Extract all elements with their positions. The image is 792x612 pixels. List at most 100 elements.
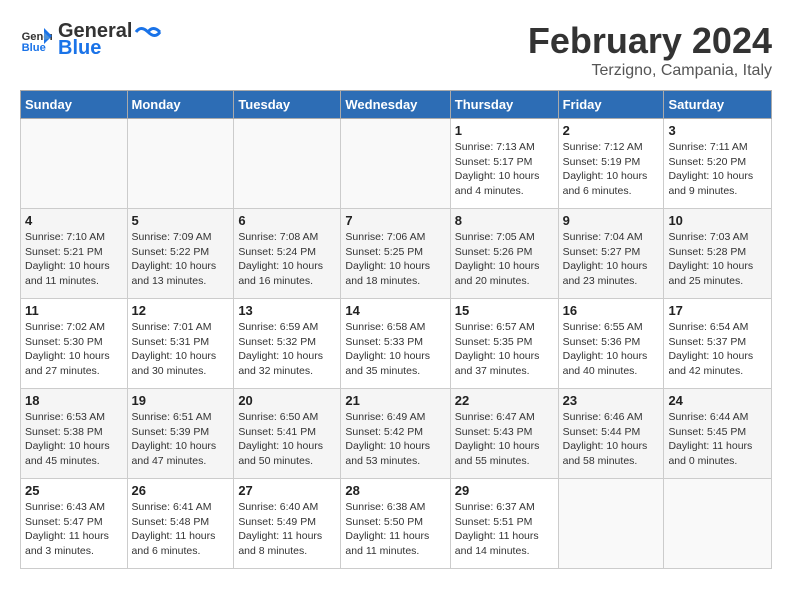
logo-icon: General Blue xyxy=(20,24,52,56)
header-thursday: Thursday xyxy=(450,91,558,119)
day-info: Sunrise: 7:02 AM Sunset: 5:30 PM Dayligh… xyxy=(25,320,123,379)
calendar-header-row: SundayMondayTuesdayWednesdayThursdayFrid… xyxy=(21,91,772,119)
calendar-cell xyxy=(127,119,234,209)
header-wednesday: Wednesday xyxy=(341,91,450,119)
header-saturday: Saturday xyxy=(664,91,772,119)
month-year-title: February 2024 xyxy=(528,20,772,62)
day-number: 5 xyxy=(132,213,230,228)
day-number: 28 xyxy=(345,483,445,498)
week-row-1: 1 Sunrise: 7:13 AM Sunset: 5:17 PM Daylig… xyxy=(21,119,772,209)
day-info: Sunrise: 6:47 AM Sunset: 5:43 PM Dayligh… xyxy=(455,410,554,469)
calendar-cell: 26 Sunrise: 6:41 AM Sunset: 5:48 PM Dayli… xyxy=(127,479,234,569)
calendar-cell: 9Sunrise: 7:04 AM Sunset: 5:27 PM Daylig… xyxy=(558,209,664,299)
calendar-cell: 25 Sunrise: 6:43 AM Sunset: 5:47 PM Dayli… xyxy=(21,479,128,569)
calendar-cell: 6 Sunrise: 7:08 AM Sunset: 5:24 PM Daylig… xyxy=(234,209,341,299)
week-row-2: 4 Sunrise: 7:10 AM Sunset: 5:21 PM Daylig… xyxy=(21,209,772,299)
day-number: 6 xyxy=(238,213,336,228)
day-number: 1 xyxy=(455,123,554,138)
calendar-cell: 23 Sunrise: 6:46 AM Sunset: 5:44 PM Dayli… xyxy=(558,389,664,479)
day-info: Sunrise: 6:43 AM Sunset: 5:47 PM Dayligh… xyxy=(25,500,123,559)
calendar-cell: 21 Sunrise: 6:49 AM Sunset: 5:42 PM Dayli… xyxy=(341,389,450,479)
day-number: 19 xyxy=(132,393,230,408)
day-number: 9 xyxy=(563,213,660,228)
calendar-cell xyxy=(558,479,664,569)
day-number: 8 xyxy=(455,213,554,228)
day-number: 21 xyxy=(345,393,445,408)
calendar-cell: 1 Sunrise: 7:13 AM Sunset: 5:17 PM Daylig… xyxy=(450,119,558,209)
day-number: 15 xyxy=(455,303,554,318)
day-number: 4 xyxy=(25,213,123,228)
header-friday: Friday xyxy=(558,91,664,119)
day-number: 11 xyxy=(25,303,123,318)
day-number: 7 xyxy=(345,213,445,228)
day-info: Sunrise: 6:37 AM Sunset: 5:51 PM Dayligh… xyxy=(455,500,554,559)
day-number: 2 xyxy=(563,123,660,138)
calendar-cell xyxy=(341,119,450,209)
day-info: Sunrise: 6:44 AM Sunset: 5:45 PM Dayligh… xyxy=(668,410,767,469)
svg-text:Blue: Blue xyxy=(22,42,46,54)
day-info: Sunrise: 6:59 AM Sunset: 5:32 PM Dayligh… xyxy=(238,320,336,379)
calendar-cell: 12Sunrise: 7:01 AM Sunset: 5:31 PM Dayli… xyxy=(127,299,234,389)
calendar-cell: 7 Sunrise: 7:06 AM Sunset: 5:25 PM Daylig… xyxy=(341,209,450,299)
header-sunday: Sunday xyxy=(21,91,128,119)
calendar-cell: 28 Sunrise: 6:38 AM Sunset: 5:50 PM Dayli… xyxy=(341,479,450,569)
calendar-cell: 3Sunrise: 7:11 AM Sunset: 5:20 PM Daylig… xyxy=(664,119,772,209)
day-number: 3 xyxy=(668,123,767,138)
calendar-cell: 17 Sunrise: 6:54 AM Sunset: 5:37 PM Dayli… xyxy=(664,299,772,389)
calendar-cell: 19 Sunrise: 6:51 AM Sunset: 5:39 PM Dayli… xyxy=(127,389,234,479)
day-info: Sunrise: 7:08 AM Sunset: 5:24 PM Dayligh… xyxy=(238,230,336,289)
header-tuesday: Tuesday xyxy=(234,91,341,119)
week-row-4: 18 Sunrise: 6:53 AM Sunset: 5:38 PM Dayli… xyxy=(21,389,772,479)
calendar-cell: 8 Sunrise: 7:05 AM Sunset: 5:26 PM Daylig… xyxy=(450,209,558,299)
day-info: Sunrise: 7:09 AM Sunset: 5:22 PM Dayligh… xyxy=(132,230,230,289)
day-number: 24 xyxy=(668,393,767,408)
day-number: 13 xyxy=(238,303,336,318)
calendar-cell: 4 Sunrise: 7:10 AM Sunset: 5:21 PM Daylig… xyxy=(21,209,128,299)
header-monday: Monday xyxy=(127,91,234,119)
day-number: 10 xyxy=(668,213,767,228)
day-info: Sunrise: 7:12 AM Sunset: 5:19 PM Dayligh… xyxy=(563,140,660,199)
day-info: Sunrise: 6:49 AM Sunset: 5:42 PM Dayligh… xyxy=(345,410,445,469)
calendar-cell: 11 Sunrise: 7:02 AM Sunset: 5:30 PM Dayli… xyxy=(21,299,128,389)
day-info: Sunrise: 6:57 AM Sunset: 5:35 PM Dayligh… xyxy=(455,320,554,379)
day-number: 29 xyxy=(455,483,554,498)
day-number: 26 xyxy=(132,483,230,498)
day-number: 20 xyxy=(238,393,336,408)
day-info: Sunrise: 6:54 AM Sunset: 5:37 PM Dayligh… xyxy=(668,320,767,379)
logo: General Blue General Blue xyxy=(20,20,162,60)
day-number: 27 xyxy=(238,483,336,498)
calendar-cell: 5 Sunrise: 7:09 AM Sunset: 5:22 PM Daylig… xyxy=(127,209,234,299)
location-subtitle: Terzigno, Campania, Italy xyxy=(528,62,772,80)
calendar-cell: 14Sunrise: 6:58 AM Sunset: 5:33 PM Dayli… xyxy=(341,299,450,389)
day-info: Sunrise: 6:50 AM Sunset: 5:41 PM Dayligh… xyxy=(238,410,336,469)
day-info: Sunrise: 7:05 AM Sunset: 5:26 PM Dayligh… xyxy=(455,230,554,289)
calendar-cell: 15 Sunrise: 6:57 AM Sunset: 5:35 PM Dayli… xyxy=(450,299,558,389)
day-info: Sunrise: 6:38 AM Sunset: 5:50 PM Dayligh… xyxy=(345,500,445,559)
day-info: Sunrise: 6:41 AM Sunset: 5:48 PM Dayligh… xyxy=(132,500,230,559)
calendar-cell xyxy=(664,479,772,569)
day-info: Sunrise: 7:13 AM Sunset: 5:17 PM Dayligh… xyxy=(455,140,554,199)
calendar-cell xyxy=(21,119,128,209)
day-info: Sunrise: 6:53 AM Sunset: 5:38 PM Dayligh… xyxy=(25,410,123,469)
day-number: 18 xyxy=(25,393,123,408)
day-number: 23 xyxy=(563,393,660,408)
calendar-cell: 29 Sunrise: 6:37 AM Sunset: 5:51 PM Dayli… xyxy=(450,479,558,569)
day-info: Sunrise: 7:10 AM Sunset: 5:21 PM Dayligh… xyxy=(25,230,123,289)
day-number: 16 xyxy=(563,303,660,318)
week-row-5: 25 Sunrise: 6:43 AM Sunset: 5:47 PM Dayli… xyxy=(21,479,772,569)
calendar-cell: 10Sunrise: 7:03 AM Sunset: 5:28 PM Dayli… xyxy=(664,209,772,299)
calendar-table: SundayMondayTuesdayWednesdayThursdayFrid… xyxy=(20,90,772,569)
day-number: 17 xyxy=(668,303,767,318)
calendar-cell xyxy=(234,119,341,209)
calendar-cell: 16 Sunrise: 6:55 AM Sunset: 5:36 PM Dayli… xyxy=(558,299,664,389)
day-info: Sunrise: 6:46 AM Sunset: 5:44 PM Dayligh… xyxy=(563,410,660,469)
day-info: Sunrise: 6:40 AM Sunset: 5:49 PM Dayligh… xyxy=(238,500,336,559)
day-number: 25 xyxy=(25,483,123,498)
day-info: Sunrise: 7:01 AM Sunset: 5:31 PM Dayligh… xyxy=(132,320,230,379)
calendar-cell: 2 Sunrise: 7:12 AM Sunset: 5:19 PM Daylig… xyxy=(558,119,664,209)
day-info: Sunrise: 6:55 AM Sunset: 5:36 PM Dayligh… xyxy=(563,320,660,379)
calendar-cell: 13 Sunrise: 6:59 AM Sunset: 5:32 PM Dayli… xyxy=(234,299,341,389)
day-info: Sunrise: 7:06 AM Sunset: 5:25 PM Dayligh… xyxy=(345,230,445,289)
calendar-cell: 27 Sunrise: 6:40 AM Sunset: 5:49 PM Dayli… xyxy=(234,479,341,569)
day-info: Sunrise: 6:51 AM Sunset: 5:39 PM Dayligh… xyxy=(132,410,230,469)
